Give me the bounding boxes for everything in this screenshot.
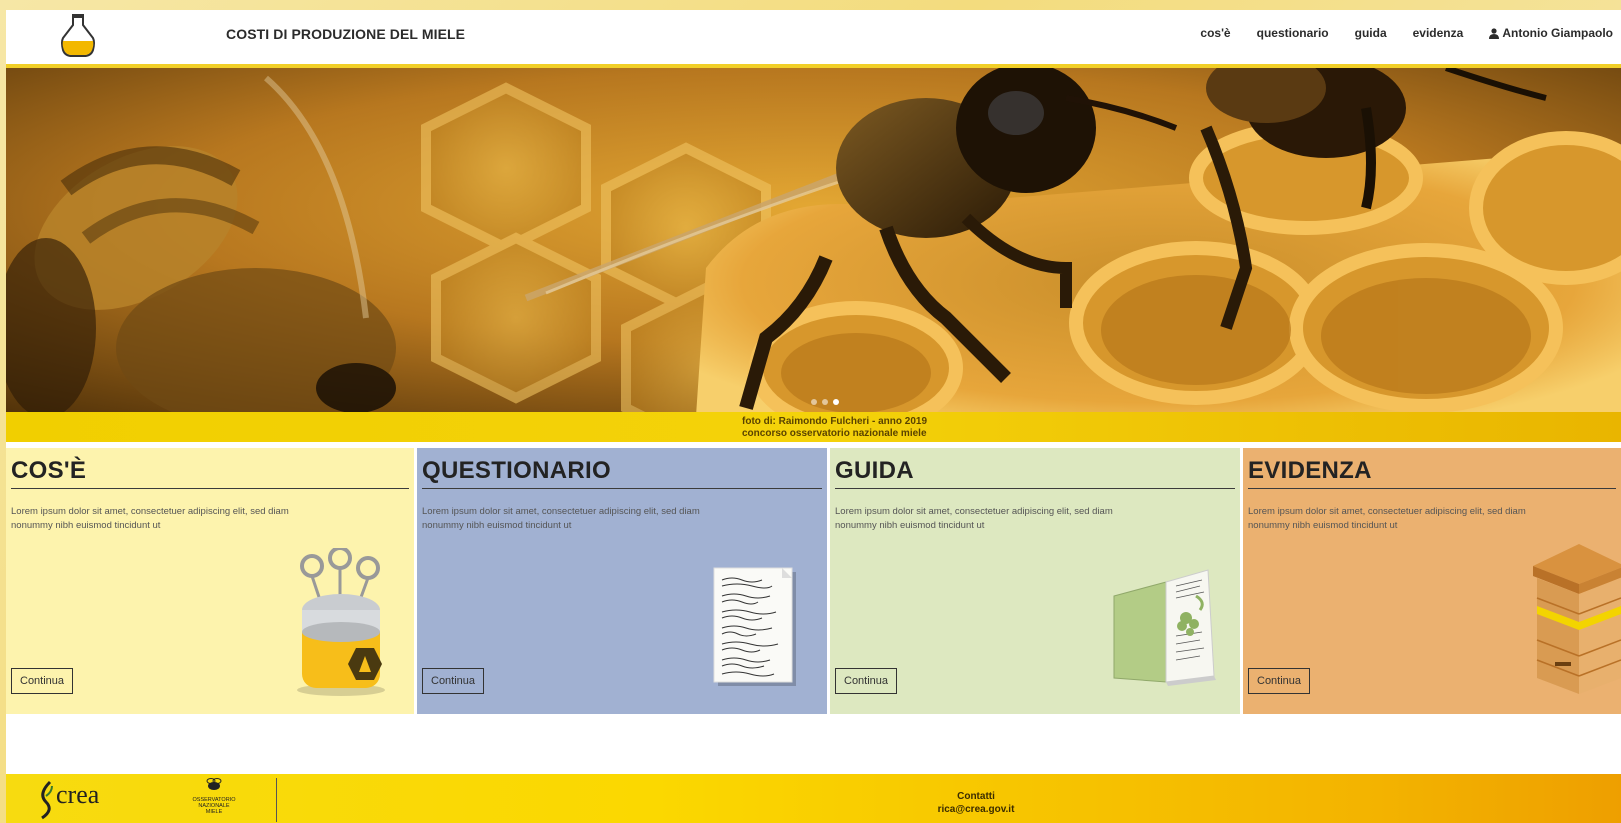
card-text: Lorem ipsum dolor sit amet, consectetuer… (835, 506, 1113, 531)
sections: COS'È Lorem ipsum dolor sit amet, consec… (6, 448, 1621, 714)
honey-jar-logo-icon[interactable] (58, 12, 98, 58)
caption-line-2: concorso osservatorio nazionale miele (742, 428, 927, 439)
footer-divider (276, 778, 277, 822)
footer: crea OSSERVATORIO NAZIONALE MIELE Contat… (6, 774, 1621, 823)
hero-slider[interactable] (6, 68, 1621, 416)
bees-honeycomb-photo (6, 68, 1621, 416)
crea-leaf-icon (41, 780, 53, 820)
nav-guida[interactable]: guida (1355, 26, 1387, 40)
user-name: Antonio Giampaolo (1502, 26, 1613, 40)
caption-line-1: foto di: Raimondo Fulcheri - anno 2019 (742, 416, 928, 427)
user-menu[interactable]: Antonio Giampaolo (1489, 26, 1613, 40)
footer-contacts: Contatti rica@crea.gov.it (906, 790, 1046, 816)
carousel-indicators (811, 399, 844, 405)
continua-button[interactable]: Continua (422, 668, 485, 694)
continua-button[interactable]: Continua (11, 668, 74, 694)
card-text: Lorem ipsum dolor sit amet, consectetuer… (422, 506, 700, 531)
observatory-line-3: MIELE (205, 809, 223, 815)
card-title: EVIDENZA (1248, 456, 1616, 489)
carousel-dot-2[interactable] (822, 399, 828, 405)
card-evidenza: EVIDENZA Lorem ipsum dolor sit amet, con… (1243, 448, 1621, 714)
beehive-icon (1533, 544, 1621, 694)
carousel-dot-1[interactable] (811, 399, 817, 405)
nav-evidenza[interactable]: evidenza (1413, 26, 1464, 40)
honey-jar-icon (297, 548, 385, 696)
card-text: Lorem ipsum dolor sit amet, consectetuer… (11, 506, 289, 531)
card-text: Lorem ipsum dolor sit amet, consectetuer… (1248, 506, 1526, 531)
card-questionario: QUESTIONARIO Lorem ipsum dolor sit amet,… (417, 448, 827, 714)
header: COSTI DI PRODUZIONE DEL MIELE cos'è ques… (6, 10, 1621, 64)
card-title: QUESTIONARIO (422, 456, 822, 489)
crea-logo-text[interactable]: crea (56, 780, 99, 810)
observatory-bee-icon (206, 778, 222, 790)
main-nav: cos'è questionario guida evidenza Antoni… (1174, 26, 1613, 40)
nav-questionario[interactable]: questionario (1257, 26, 1329, 40)
continua-button[interactable]: Continua (835, 668, 898, 694)
user-icon (1489, 27, 1500, 39)
photo-caption: foto di: Raimondo Fulcheri - anno 2019 c… (6, 412, 1621, 442)
continua-button[interactable]: Continua (1248, 668, 1311, 694)
observatory-logo[interactable]: OSSERVATORIO NAZIONALE MIELE (184, 778, 244, 815)
carousel-dot-3[interactable] (833, 399, 839, 405)
guide-book-icon (1113, 569, 1216, 686)
questionnaire-paper-icon (713, 567, 796, 686)
card-cose: COS'È Lorem ipsum dolor sit amet, consec… (6, 448, 414, 714)
nav-cose[interactable]: cos'è (1200, 26, 1230, 40)
contact-email-link[interactable]: rica@crea.gov.it (906, 803, 1046, 816)
card-title: GUIDA (835, 456, 1235, 489)
card-guida: GUIDA Lorem ipsum dolor sit amet, consec… (830, 448, 1240, 714)
card-title: COS'È (11, 456, 409, 489)
contacts-label: Contatti (957, 791, 995, 802)
page: COSTI DI PRODUZIONE DEL MIELE cos'è ques… (6, 10, 1621, 823)
site-title: COSTI DI PRODUZIONE DEL MIELE (226, 26, 466, 42)
